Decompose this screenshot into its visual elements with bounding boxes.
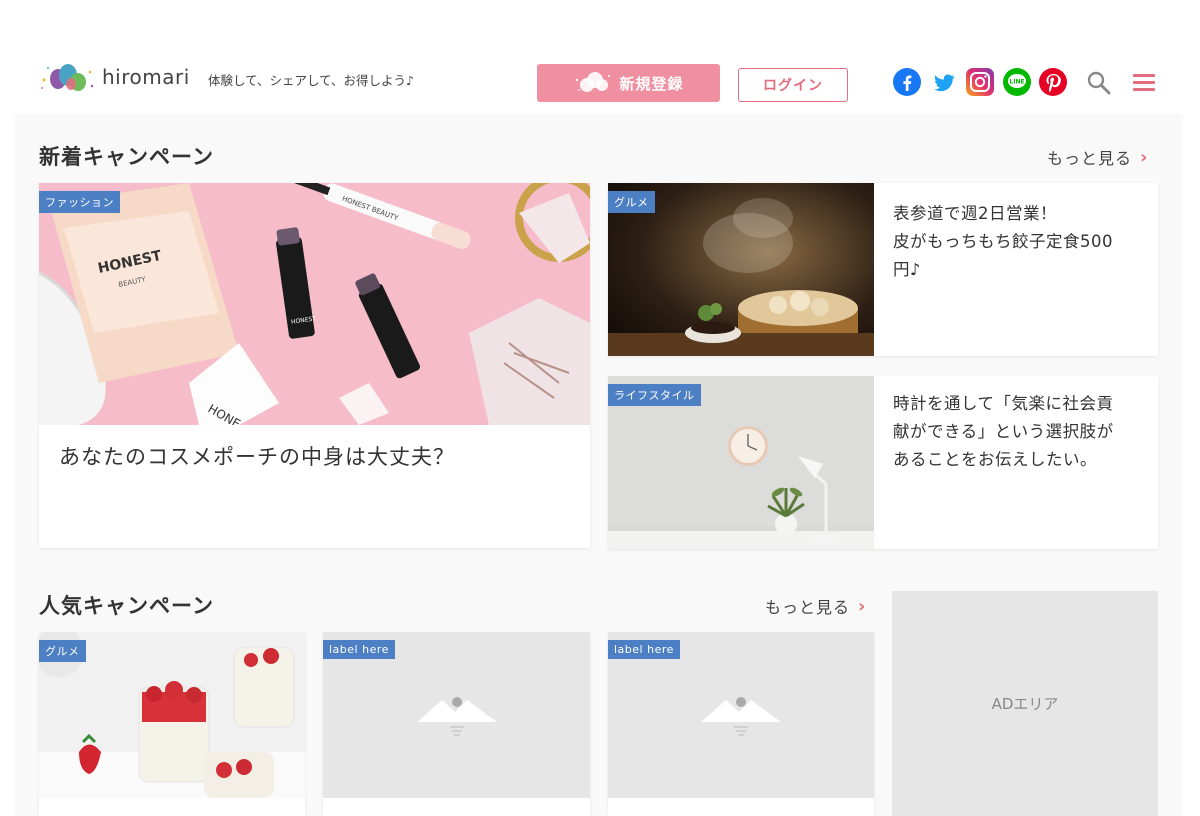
featured-card-title: あなたのコスメポーチの中身は大丈夫？: [59, 445, 455, 469]
popular-campaigns-more-link[interactable]: もっと見る ›: [765, 594, 866, 618]
cloud-icon: [576, 72, 611, 92]
card-title-line: 皮がもっちもち餃子定食500: [893, 232, 1113, 251]
site-header: hiromari 体験して、シェアして、お得しよう♪ 新規登録 ログイン LIN…: [0, 48, 1200, 114]
popular-campaign-card[interactable]: グルメ: [39, 632, 305, 816]
popular-campaign-card[interactable]: label here: [608, 632, 874, 816]
register-label: 新規登録: [619, 74, 684, 93]
site-tagline: 体験して、シェアして、お得しよう♪: [208, 73, 414, 88]
new-campaigns-title: 新着キャンペーン: [39, 145, 214, 169]
register-button[interactable]: 新規登録: [537, 64, 720, 102]
balloon-logo-icon: [41, 64, 94, 91]
logo-text: hiromari: [102, 65, 190, 89]
popular-campaigns-title: 人気キャンペーン: [39, 594, 214, 618]
ad-area-label: ADエリア: [991, 695, 1059, 713]
category-label: label here: [323, 640, 395, 659]
card-title-line: 献ができる」という選択肢が: [893, 422, 1114, 441]
chevron-right-icon: ›: [1140, 146, 1149, 168]
login-button[interactable]: ログイン: [738, 68, 848, 102]
site-logo[interactable]: hiromari: [38, 58, 190, 96]
card-title-line: 円♪: [893, 260, 922, 279]
mountain-placeholder-icon: [701, 697, 781, 736]
popular-campaign-card[interactable]: label here: [323, 632, 590, 816]
category-label: グルメ: [608, 191, 655, 213]
featured-campaign-card[interactable]: HONEST BEAUTY HONE HONEST HONEST BEAUTY: [39, 183, 590, 548]
search-icon[interactable]: [1086, 70, 1112, 96]
page: hiromari 体験して、シェアして、お得しよう♪ 新規登録 ログイン LIN…: [0, 0, 1200, 816]
ad-area[interactable]: ADエリア: [892, 591, 1158, 816]
campaign-card-gyoza[interactable]: グルメ 表参道で週2日営業！ 皮がもっちもち餃子定食500 円♪: [608, 183, 1158, 356]
category-label: ライフスタイル: [608, 384, 701, 406]
more-link-label: もっと見る: [765, 598, 851, 617]
pinterest-icon[interactable]: [1039, 68, 1067, 96]
card-title: 表参道で週2日営業！ 皮がもっちもち餃子定食500 円♪: [893, 200, 1113, 284]
card-title-line: 表参道で週2日営業！: [893, 204, 1057, 223]
instagram-icon[interactable]: [966, 68, 994, 96]
card-title-line: 時計を通して「気楽に社会貢: [893, 394, 1114, 413]
mountain-placeholder-icon: [417, 697, 497, 736]
campaign-card-watch[interactable]: ライフスタイル 時計を通して「気楽に社会貢 献ができる」という選択肢が あること…: [608, 376, 1158, 549]
card-title: 時計を通して「気楽に社会貢 献ができる」という選択肢が あることをお伝えしたい。: [893, 390, 1114, 474]
card-title-line: あることをお伝えしたい。: [893, 450, 1097, 469]
new-campaigns-more-link[interactable]: もっと見る ›: [1047, 145, 1148, 169]
hamburger-menu-icon[interactable]: [1133, 74, 1155, 91]
cosmetics-image: HONEST BEAUTY HONE HONEST HONEST BEAUTY: [39, 183, 590, 425]
category-label: グルメ: [39, 640, 86, 662]
facebook-icon[interactable]: [893, 68, 921, 96]
category-label: ファッション: [39, 191, 120, 213]
more-link-label: もっと見る: [1047, 149, 1133, 168]
svg-text:LINE: LINE: [1009, 79, 1024, 86]
twitter-icon[interactable]: [930, 68, 958, 96]
line-icon[interactable]: LINE: [1003, 68, 1031, 96]
chevron-right-icon: ›: [858, 595, 867, 617]
category-label: label here: [608, 640, 680, 659]
